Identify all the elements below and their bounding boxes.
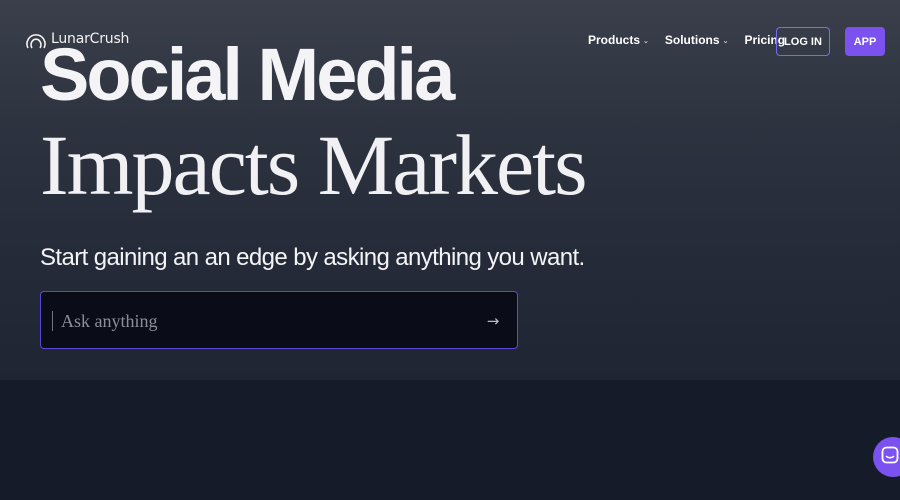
hero-subtitle: Start gaining an an edge by asking anyth… — [40, 244, 585, 271]
text-cursor — [52, 311, 53, 331]
chevron-down-icon: ⌄ — [722, 38, 729, 45]
nav-item-solutions[interactable]: Solutions ⌄ — [665, 33, 729, 47]
headline-primary: Social Media — [40, 33, 455, 116]
nav-item-products[interactable]: Products ⌄ — [588, 33, 649, 47]
nav-links: Products ⌄ Solutions ⌄ Pricing — [588, 33, 801, 47]
nav-item-label: Solutions — [664, 33, 720, 47]
headline-secondary: Impacts Markets — [40, 117, 588, 213]
chat-bubble-icon — [881, 446, 899, 469]
arrow-right-icon[interactable]: → — [481, 309, 505, 333]
login-button[interactable]: LOG IN — [776, 27, 830, 56]
ask-box: → — [40, 291, 518, 349]
ask-input[interactable] — [59, 304, 469, 338]
nav-item-label: Products — [588, 33, 641, 47]
app-button[interactable]: APP — [845, 27, 885, 56]
lower-section — [0, 380, 900, 500]
landing-page: LunarCrush Products ⌄ Solutions ⌄ Pricin… — [0, 0, 900, 500]
chevron-down-icon: ⌄ — [643, 38, 649, 45]
